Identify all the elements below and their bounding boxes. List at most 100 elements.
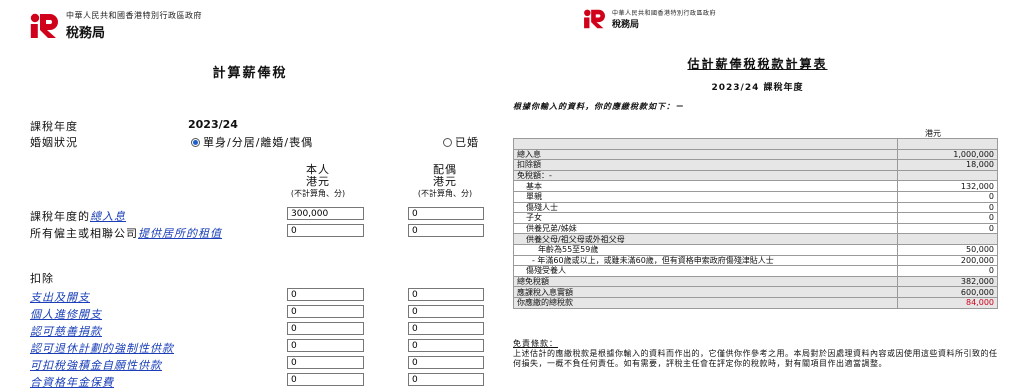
table-row: 供養父母/祖父母或外祖父母 <box>512 233 998 245</box>
row-amount: 0 <box>897 190 998 203</box>
row-amount: 200,000 <box>897 254 998 267</box>
marital-single-radio[interactable]: 單身/分居/離婚/喪偶 <box>191 134 313 150</box>
deduction-link[interactable]: 支出及開支 <box>30 291 90 304</box>
table-row: - 年滿60歲或以上，或雖未滿60歲，但有資格申索政府傷殘津貼人士 200,000 <box>512 254 998 267</box>
table-row: 單親 0 <box>512 190 998 203</box>
logo-department-text: 稅務局 <box>66 26 106 41</box>
deduction-item-label: 認可退休計劃的強制性供款 <box>30 340 174 356</box>
rental-value-link[interactable]: 提供居所的租值 <box>138 227 222 240</box>
table-row: 供養兄弟/姊妹 0 <box>512 222 998 235</box>
row-amount: 18,000 <box>897 159 998 171</box>
deduction-link[interactable]: 認可退休計劃的強制性供款 <box>30 342 174 355</box>
table-row: 總入息 1,000,000 <box>512 148 998 161</box>
row-amount: 1,000,000 <box>897 148 998 161</box>
table-row: 免稅額：- <box>512 169 998 182</box>
deduction-item-label: 個人進修開支 <box>30 306 102 322</box>
row-label: 傷殘人士 <box>512 201 899 214</box>
deduction-item-label: 認可慈善捐款 <box>30 323 102 339</box>
table-row: 應課稅入息實額 600,000 <box>512 286 998 298</box>
row-amount: 50,000 <box>897 243 998 256</box>
year-label: 課稅年度 <box>30 120 78 133</box>
deduction-link[interactable]: 合資格年金保費 <box>30 376 114 389</box>
table-row: 子女 0 <box>512 212 998 224</box>
deduction-self-input[interactable] <box>287 305 364 318</box>
disclaimer-heading: 免責條款： <box>513 339 558 348</box>
row-amount: 132,000 <box>897 180 998 192</box>
deductions-heading: 扣除 <box>30 272 54 285</box>
row-amount: 382,000 <box>897 275 998 288</box>
result-subtitle: 2023/24 課稅年度 <box>711 83 804 93</box>
marital-married-radio[interactable]: 已婚 <box>443 134 479 150</box>
housing-self-input[interactable] <box>287 224 364 237</box>
row-label: 傷殘受養人 <box>512 265 899 277</box>
column-spouse-note: (不計算角、分) <box>417 189 473 198</box>
row-amount: 600,000 <box>897 286 998 298</box>
logo-government-text: 中華人民共和國香港特別行政區政府 <box>612 10 717 17</box>
row-amount: 0 <box>897 265 998 277</box>
row-label: 總免稅額 <box>512 275 899 288</box>
deduction-link[interactable]: 個人進修開支 <box>30 308 102 321</box>
deduction-self-input[interactable] <box>287 356 364 369</box>
table-row: 你應繳的總稅款 84,000 <box>512 296 998 309</box>
salaries-tax-input-panel: 中華人民共和國香港特別行政區政府 稅務局 計算薪俸稅 課稅年度 2023/24 … <box>0 0 500 389</box>
row-amount <box>897 138 998 150</box>
logo-government-text: 中華人民共和國香港特別行政區政府 <box>66 11 202 20</box>
deduction-spouse-input[interactable] <box>408 305 484 318</box>
row-label <box>512 138 899 150</box>
row-label: 子女 <box>512 212 899 224</box>
table-row: 年齡為55至59歲 50,000 <box>512 243 998 256</box>
deduction-spouse-input[interactable] <box>408 356 484 369</box>
marital-married-label: 已婚 <box>455 136 479 149</box>
row-label: 供養父母/祖父母或外祖父母 <box>512 233 899 245</box>
deduction-item-label: 合資格年金保費 <box>30 374 114 389</box>
row-label: 應課稅入息實額 <box>512 286 899 298</box>
deduction-link[interactable]: 可扣稅強積金自願性供款 <box>30 359 162 372</box>
column-header-self: 本人 港元 (不計算角、分) <box>268 164 368 200</box>
row-label: - 年滿60歲或以上，或雖未滿60歲，但有資格申索政府傷殘津貼人士 <box>512 254 899 267</box>
ird-logo-small: 中華人民共和國香港特別行政區政府 稅務局 <box>583 8 716 30</box>
row-label: 扣除額 <box>512 159 899 171</box>
deduction-self-input[interactable] <box>287 288 364 301</box>
deduction-spouse-input[interactable] <box>408 373 484 386</box>
year-value: 2023/24 <box>188 118 238 131</box>
row-amount <box>897 169 998 182</box>
housing-spouse-input[interactable] <box>408 224 484 237</box>
row-amount: 0 <box>897 201 998 214</box>
deduction-spouse-input[interactable] <box>408 288 484 301</box>
deduction-self-input[interactable] <box>287 322 364 335</box>
income-label: 課稅年度的總入息 <box>30 208 126 224</box>
deduction-spouse-input[interactable] <box>408 339 484 352</box>
deduction-self-input[interactable] <box>287 339 364 352</box>
row-amount: 0 <box>897 222 998 235</box>
column-header-spouse: 配偶 港元 (不計算角、分) <box>395 164 495 200</box>
table-row: 傷殘人士 0 <box>512 201 998 214</box>
table-row: 基本 132,000 <box>512 180 998 192</box>
total-income-link[interactable]: 總入息 <box>90 210 126 223</box>
row-label: 年齡為55至59歲 <box>512 243 899 256</box>
column-self-currency: 港元 <box>306 175 330 188</box>
radio-unselected-icon <box>443 137 452 147</box>
ird-emblem-icon <box>30 13 60 39</box>
income-label-text: 課稅年度的 <box>30 210 90 223</box>
marital-status-label: 婚姻狀況 <box>30 136 78 149</box>
row-label: 供養兄弟/姊妹 <box>512 222 899 235</box>
result-title: 估計薪俸稅稅款計算表 <box>687 57 828 71</box>
row-label: 基本 <box>512 180 899 192</box>
table-row <box>512 138 998 150</box>
tax-computation-result-panel: 中華人民共和國香港特別行政區政府 稅務局 估計薪俸稅稅款計算表 2023/24 … <box>505 0 1010 389</box>
income-spouse-input[interactable] <box>408 207 484 220</box>
table-row: 傷殘受養人 0 <box>512 265 998 277</box>
income-self-input[interactable] <box>287 207 364 220</box>
column-spouse-currency: 港元 <box>433 175 457 188</box>
logo-department-text: 稅務局 <box>612 20 640 30</box>
row-label: 免稅額：- <box>512 169 899 182</box>
row-amount <box>897 233 998 245</box>
deduction-spouse-input[interactable] <box>408 322 484 335</box>
deduction-self-input[interactable] <box>287 373 364 386</box>
deduction-link[interactable]: 認可慈善捐款 <box>30 325 102 338</box>
ird-emblem-icon <box>583 9 607 29</box>
row-label: 單親 <box>512 190 899 203</box>
row-amount: 0 <box>897 212 998 224</box>
row-amount: 84,000 <box>897 296 998 309</box>
deduction-item-label: 可扣稅強積金自願性供款 <box>30 357 162 373</box>
